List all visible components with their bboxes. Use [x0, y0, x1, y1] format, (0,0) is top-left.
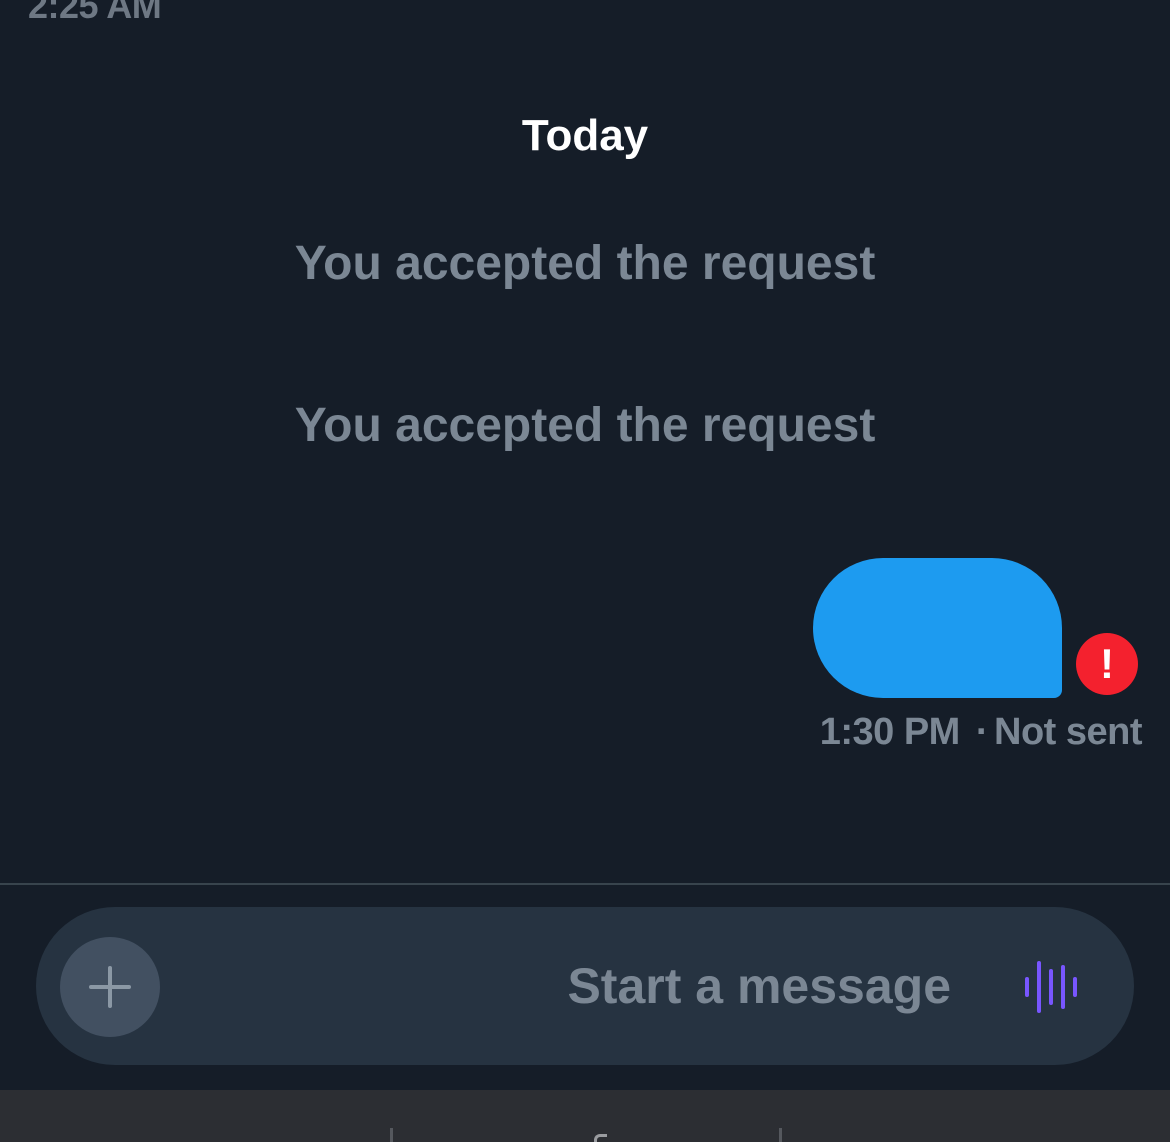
keyboard-separator [779, 1128, 782, 1142]
message-input[interactable] [186, 941, 951, 1031]
exclamation-icon[interactable]: ! [1076, 633, 1138, 695]
system-message: You accepted the request [294, 399, 876, 452]
plus-icon [89, 966, 131, 1008]
previous-message-timestamp: 2:25 AM [28, 0, 162, 26]
keyboard-separator [390, 1128, 393, 1142]
message-time: 1:30 PM [819, 711, 961, 753]
sent-message-bubble[interactable] [813, 558, 1062, 698]
meta-separator: · [975, 711, 989, 753]
message-status: Not sent [994, 711, 1143, 753]
keyboard-top-edge [0, 1090, 1170, 1142]
add-media-button[interactable] [60, 937, 160, 1037]
dm-conversation-screen: 2:25 AM Today You accepted the request Y… [0, 0, 1170, 1142]
composer-divider [0, 883, 1170, 885]
message-meta: 1:30 PM · Not sent [819, 711, 1143, 754]
error-glyph: ! [1100, 640, 1114, 687]
voice-message-button[interactable] [1016, 957, 1086, 1017]
voice-waveform-icon [1025, 961, 1077, 1013]
date-header: Today [521, 111, 649, 160]
keyboard-key-fragment [594, 1134, 607, 1142]
system-message: You accepted the request [294, 237, 876, 290]
message-composer [36, 907, 1134, 1065]
